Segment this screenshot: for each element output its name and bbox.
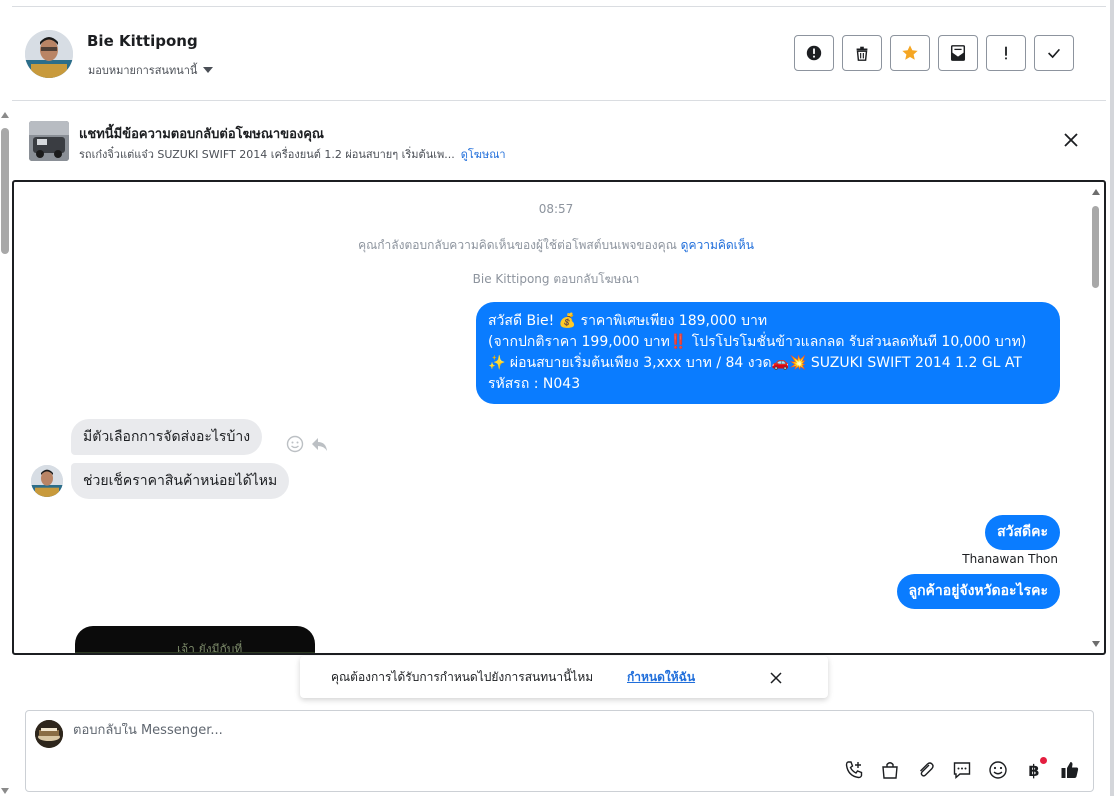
trash-icon <box>856 46 868 61</box>
scroll-thumb[interactable] <box>1 128 9 254</box>
close-banner-button[interactable] <box>1062 131 1080 149</box>
shopping-bag-icon <box>882 762 898 779</box>
message-composer: ฿ <box>25 710 1094 792</box>
attach-button[interactable] <box>915 759 937 781</box>
saved-reply-button[interactable] <box>951 759 973 781</box>
ad-thumbnail[interactable] <box>29 121 69 161</box>
ad-reply-notice: Bie Kittipong ตอบกลับโฆษณา <box>472 272 640 286</box>
composer-toolbar: ฿ <box>843 757 1081 781</box>
scroll-down-arrow-icon[interactable] <box>1 788 9 794</box>
assign-conversation-dropdown[interactable]: มอบหมายการสนทนานี้ <box>88 61 214 79</box>
checkmark-icon <box>1048 48 1061 59</box>
call-button[interactable] <box>843 759 865 781</box>
outgoing-message[interactable]: สวัสดีคะ <box>985 515 1060 550</box>
message-line: สวัสดี Bie! 💰 ราคาพิเศษเพียง 189,000 บาท <box>488 313 768 329</box>
notification-dot <box>1040 757 1047 764</box>
sender-name: Thanawan Thon <box>962 552 1058 566</box>
page-avatar <box>35 720 63 748</box>
star-icon <box>902 45 918 60</box>
message-timestamp: 08:57 <box>538 202 574 216</box>
close-toast-button[interactable] <box>769 670 783 684</box>
messenger-inbox-page: Bie Kittipong มอบหมายการสนทนานี้ แชทนี้ม… <box>0 0 1114 796</box>
message-line: รหัสรถ : N043 <box>488 376 581 392</box>
emoji-icon <box>989 761 1007 779</box>
delete-button[interactable] <box>842 35 882 71</box>
assign-prompt-toast: คุณต้องการได้รับการกำหนดไปยังการสนทนานี้… <box>300 656 828 698</box>
ad-reply-banner: แชทนี้มีข้อความตอบกลับต่อโฆษณาของคุณ รถเ… <box>12 101 1106 179</box>
reply-input[interactable] <box>73 723 773 738</box>
toast-text: คุณต้องการได้รับการกำหนดไปยังการสนทนานี้… <box>331 670 594 684</box>
exclamation-icon <box>1005 46 1007 60</box>
flag-important-button[interactable] <box>986 35 1026 71</box>
assign-to-me-link[interactable]: กำหนดให้ฉัน <box>627 668 695 687</box>
like-icon <box>1061 762 1079 778</box>
scroll-thumb[interactable] <box>1092 206 1099 288</box>
mark-unread-icon <box>950 45 966 61</box>
contact-avatar[interactable] <box>25 30 73 78</box>
conversation-header: Bie Kittipong มอบหมายการสนทนานี้ <box>12 7 1106 101</box>
reply-arrow-icon[interactable] <box>310 435 328 453</box>
contact-name[interactable]: Bie Kittipong <box>87 32 198 50</box>
notice-text: คุณกำลังตอบกลับความคิดเห็นของผู้ใช้ต่อโพ… <box>358 238 677 252</box>
ad-description: รถเก๋งจิ๋วแต่แจ๋ว SUZUKI SWIFT 2014 เครื… <box>79 148 455 161</box>
comment-reply-notice: คุณกำลังตอบกลับความคิดเห็นของผู้ใช้ต่อโพ… <box>14 236 1098 255</box>
ad-banner-title: แชทนี้มีข้อความตอบกลับต่อโฆษณาของคุณ <box>79 127 324 142</box>
scroll-up-arrow-icon[interactable] <box>1092 189 1100 195</box>
incoming-message[interactable]: มีตัวเลือกการจัดส่งอะไรบ้าง <box>71 419 263 455</box>
payment-button[interactable]: ฿ <box>1023 757 1047 781</box>
ad-banner-subtitle: รถเก๋งจิ๋วแต่แจ๋ว SUZUKI SWIFT 2014 เครื… <box>79 145 506 163</box>
thread-scrollbar[interactable] <box>1090 186 1102 651</box>
scroll-down-arrow-icon[interactable] <box>1092 641 1100 647</box>
media-attachment[interactable]: เจ้า ยังมีกับที่ <box>75 626 315 653</box>
baht-payment-icon: ฿ <box>1028 760 1040 780</box>
message-line: (จากปกติราคา 199,000 บาท‼️ โปรโปรโมชั่นข… <box>488 334 1027 350</box>
emoji-button[interactable] <box>987 759 1009 781</box>
outgoing-message[interactable]: ลูกค้าอยู่จังหวัดอะไรคะ <box>896 574 1060 609</box>
mark-done-button[interactable] <box>1034 35 1074 71</box>
incoming-message[interactable]: ช่วยเช็คราคาสินค้าหน่อยได้ไหม <box>71 463 290 499</box>
assign-label: มอบหมายการสนทนานี้ <box>88 64 198 77</box>
outer-scrollbar[interactable] <box>0 100 12 796</box>
phone-add-icon <box>845 761 863 779</box>
view-ad-link[interactable]: ดูโฆษณา <box>461 148 506 161</box>
header-action-bar <box>794 35 1074 71</box>
message-hover-actions <box>286 435 328 453</box>
scroll-up-arrow-icon[interactable] <box>1 112 9 118</box>
paperclip-icon <box>920 762 934 777</box>
mark-unread-button[interactable] <box>938 35 978 71</box>
close-icon <box>1064 133 1078 147</box>
report-spam-icon <box>806 45 822 61</box>
message-line: ✨ ผ่อนสบายเริ่มต้นเพียง 3,xxx บาท / 84 ง… <box>488 355 1022 371</box>
outgoing-ad-message[interactable]: สวัสดี Bie! 💰 ราคาพิเศษเพียง 189,000 บาท… <box>476 302 1060 404</box>
report-spam-button[interactable] <box>794 35 834 71</box>
react-emoji-icon[interactable] <box>286 435 304 453</box>
star-button[interactable] <box>890 35 930 71</box>
saved-reply-icon <box>953 762 971 780</box>
like-button[interactable] <box>1059 759 1081 781</box>
message-thread[interactable]: 08:57 คุณกำลังตอบกลับความคิดเห็นของผู้ใช… <box>12 180 1106 655</box>
right-edge-border <box>1110 0 1114 796</box>
close-icon <box>770 672 782 684</box>
shop-button[interactable] <box>879 759 901 781</box>
contact-avatar-small[interactable] <box>31 465 63 497</box>
media-stripe <box>75 652 315 653</box>
chevron-down-icon <box>203 67 214 73</box>
view-comment-link[interactable]: ดูความคิดเห็น <box>681 238 754 252</box>
